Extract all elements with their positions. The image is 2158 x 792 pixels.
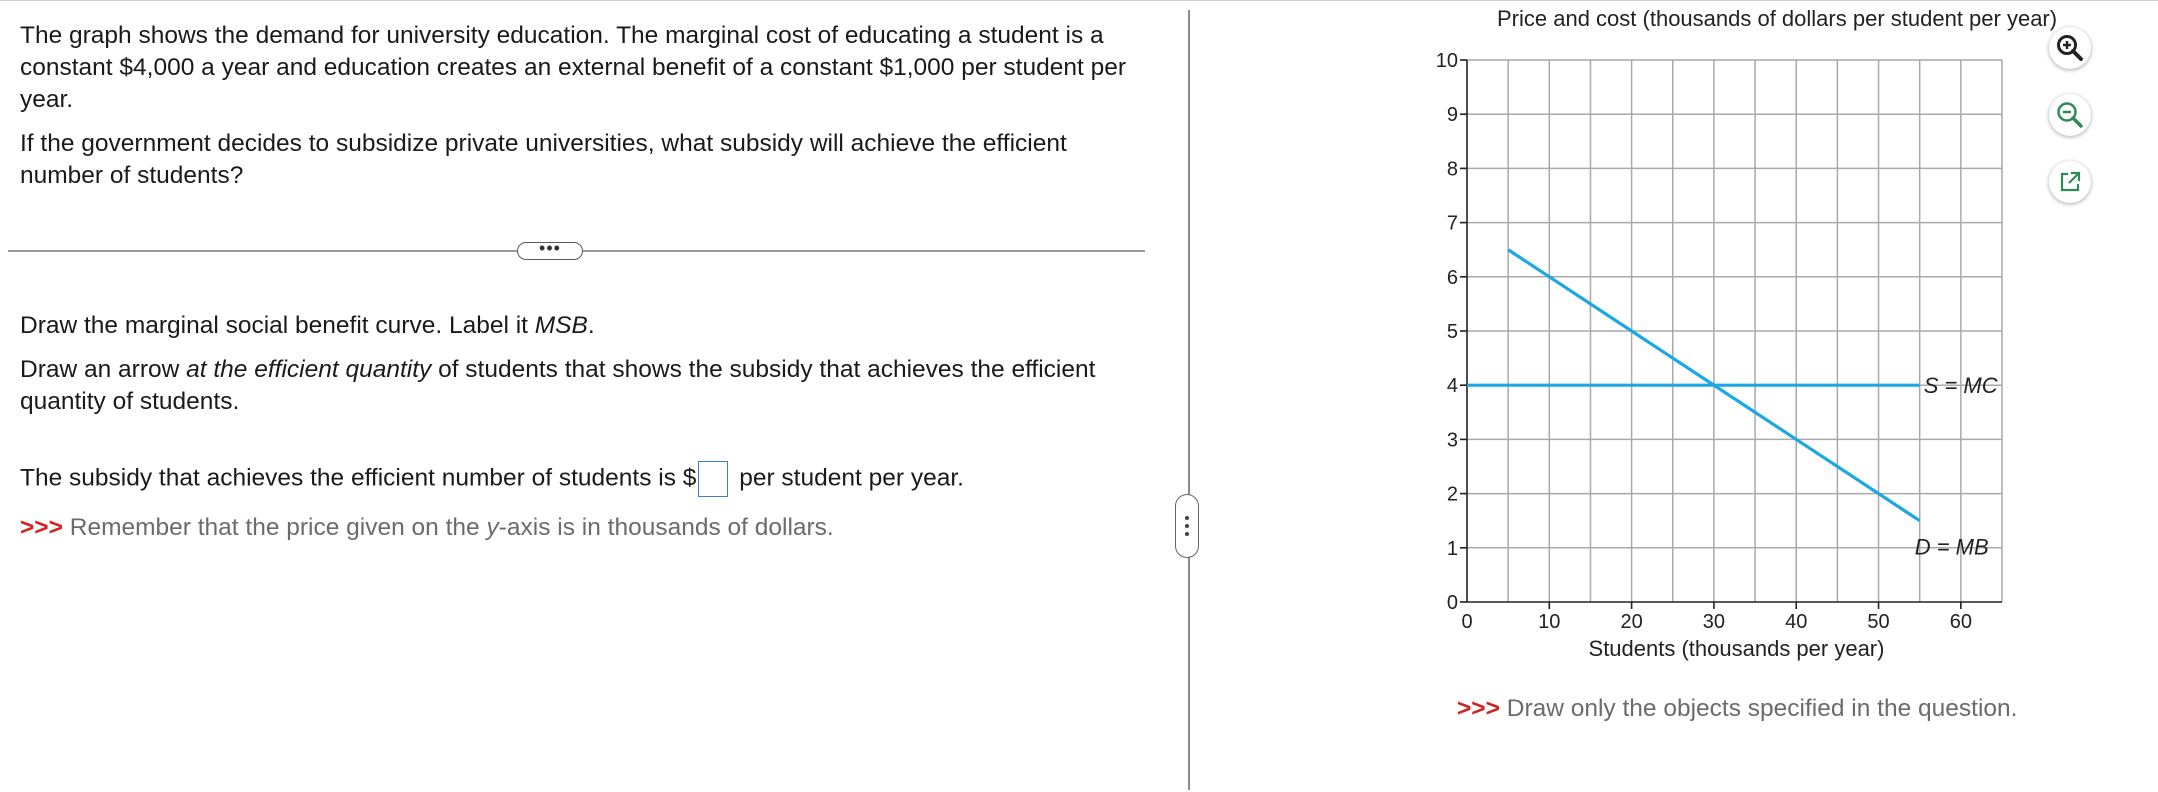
- popout-button[interactable]: [2049, 161, 2091, 203]
- graph-hint: >>> Draw only the objects specified in t…: [1457, 693, 2017, 725]
- x-axis-title: Students (thousands per year): [1589, 636, 1885, 661]
- supply-mc-label: S = MC: [1924, 373, 1998, 398]
- question-prompt: If the government decides to subsidize p…: [20, 130, 1067, 189]
- zoom-in-button[interactable]: [2049, 27, 2091, 69]
- instruction-msb: Draw the marginal social benefit curve. …: [20, 310, 595, 342]
- hint-text-start: Remember that the price given on the: [62, 514, 487, 541]
- splitter-dot: [1185, 516, 1189, 520]
- graph-hint-text: Draw only the objects specified in the q…: [1499, 695, 2018, 722]
- subsidy-answer-input[interactable]: [698, 461, 729, 497]
- hint-line: >>> Remember that the price given on the…: [20, 512, 834, 544]
- zoom-out-icon: [2057, 102, 2083, 128]
- zoom-in-icon: [2057, 35, 2083, 61]
- instruction-arrow: Draw an arrow at the efficient quantity …: [20, 354, 1150, 418]
- pane-divider: [1188, 10, 1190, 790]
- y-axis-title: Price and cost (thousands of dollars per…: [1497, 6, 2057, 31]
- instruction-msb-label: MSB: [534, 312, 588, 339]
- subsidy-question: The subsidy that achieves the efficient …: [20, 461, 964, 497]
- y-tick-label: 3: [1447, 429, 1458, 451]
- y-tick-label: 1: [1447, 538, 1458, 560]
- show-more-button[interactable]: •••: [517, 239, 583, 260]
- x-tick-label: 40: [1785, 611, 1807, 633]
- y-tick-label: 9: [1447, 104, 1458, 126]
- y-tick-label: 6: [1447, 267, 1458, 289]
- x-tick-label: 30: [1703, 611, 1725, 633]
- external-link-icon: [2060, 171, 2081, 192]
- y-tick-label: 7: [1447, 213, 1458, 235]
- splitter-dot: [1185, 524, 1189, 528]
- y-tick-label: 8: [1447, 158, 1458, 180]
- instruction-arrow-emphasis: at the efficient quantity: [186, 356, 432, 383]
- hint-text-end: -axis is in thousands of dollars.: [498, 514, 834, 541]
- graph-canvas[interactable]: 0 1 2 3 4 5 6 7 8 9 10 0 10 20 30 40 50 60 Price and cost …: [1390, 0, 2110, 680]
- x-tick-label: 60: [1950, 611, 1972, 633]
- question-intro: The graph shows the demand for universit…: [20, 22, 1126, 113]
- y-tick-label: 2: [1447, 484, 1458, 506]
- y-tick-label: 4: [1447, 375, 1458, 397]
- pane-splitter-handle[interactable]: [1175, 494, 1199, 558]
- x-tick-label: 0: [1461, 611, 1472, 633]
- subsidy-suffix: per student per year.: [732, 464, 964, 492]
- y-tick-label: 5: [1447, 321, 1458, 343]
- instruction-msb-text: Draw the marginal social benefit curve. …: [20, 312, 535, 339]
- x-tick-label: 10: [1538, 611, 1560, 633]
- x-tick-label: 50: [1867, 611, 1889, 633]
- x-tick-label: 20: [1620, 611, 1642, 633]
- y-tick-label: 0: [1447, 592, 1458, 614]
- y-tick-label: 10: [1436, 50, 1458, 72]
- hint-axis-letter: y: [486, 514, 499, 541]
- zoom-out-button[interactable]: [2049, 94, 2091, 136]
- demand-mb-label: D = MB: [1915, 535, 1989, 560]
- subsidy-prefix: The subsidy that achieves the efficient …: [20, 464, 697, 492]
- splitter-dot: [1185, 532, 1189, 536]
- question-pane: The graph shows the demand for universit…: [0, 0, 1165, 792]
- instruction-arrow-text: Draw an arrow: [20, 356, 187, 383]
- instruction-msb-end: .: [587, 312, 595, 339]
- hint-arrows: >>>: [20, 514, 63, 541]
- graph-hint-arrows: >>>: [1457, 695, 1500, 722]
